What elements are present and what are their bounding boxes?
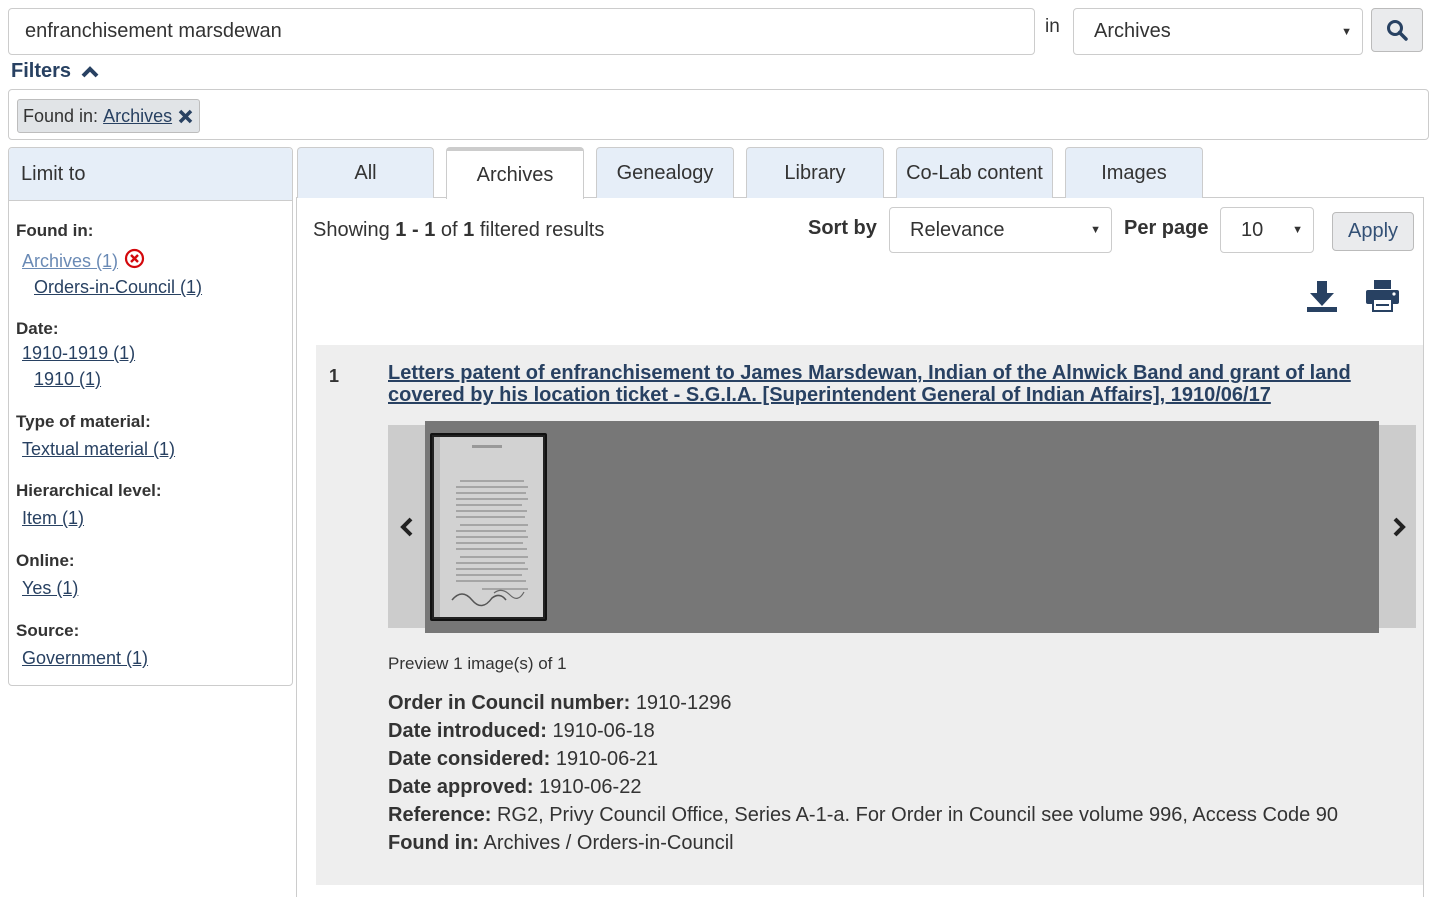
- result-number: 1: [329, 366, 340, 386]
- results-range-end: 1: [424, 219, 436, 241]
- meta-value: RG2, Privy Council Office, Series A-1-a.…: [496, 804, 1339, 826]
- results-count: Showing 1 - 1 of 1 filtered results: [313, 219, 604, 242]
- download-icon[interactable]: [1306, 280, 1338, 312]
- filters-toggle[interactable]: Filters: [11, 60, 99, 83]
- meta-reference: Reference: RG2, Privy Council Office, Se…: [388, 804, 1338, 827]
- facet-link-1910[interactable]: 1910 (1): [34, 369, 101, 390]
- meta-value: 1910-06-22: [539, 776, 642, 798]
- results-suffix: filtered results: [479, 219, 605, 241]
- meta-value: 1910-06-18: [552, 720, 655, 742]
- caret-down-icon: ▼: [1341, 25, 1352, 38]
- print-icon[interactable]: [1365, 279, 1400, 312]
- meta-label: Date approved:: [388, 776, 534, 798]
- results-showing-prefix: Showing: [313, 219, 390, 241]
- carousel-next-icon[interactable]: [1391, 517, 1407, 537]
- carousel-stage: [425, 421, 1379, 633]
- filter-chip: Found in: Archives: [17, 99, 201, 133]
- sort-select-value: Relevance: [910, 218, 1005, 241]
- tab-archives[interactable]: Archives: [446, 147, 584, 199]
- per-page-select[interactable]: 10 ▼: [1220, 207, 1314, 253]
- filter-chip-prefix: Found in:: [23, 105, 99, 126]
- apply-button[interactable]: Apply: [1332, 212, 1414, 251]
- results-range-start: 1: [395, 219, 407, 241]
- tab-all[interactable]: All: [297, 147, 434, 198]
- scope-select-value: Archives: [1094, 20, 1171, 42]
- in-label: in: [1045, 16, 1060, 37]
- sort-by-label: Sort by: [808, 217, 877, 239]
- meta-date-considered: Date considered: 1910-06-21: [388, 748, 658, 771]
- sidebar-title: Limit to: [9, 148, 292, 201]
- facet-title-hierarchical-level: Hierarchical level:: [16, 481, 162, 500]
- facet-link-yes[interactable]: Yes (1): [22, 578, 78, 599]
- meta-date-introduced: Date introduced: 1910-06-18: [388, 720, 655, 743]
- tab-library[interactable]: Library: [746, 147, 884, 198]
- meta-date-approved: Date approved: 1910-06-22: [388, 776, 641, 799]
- meta-value: Archives / Orders-in-Council: [483, 832, 734, 854]
- active-filters-box: Found in: Archives: [8, 89, 1429, 140]
- caret-down-icon: ▼: [1292, 224, 1303, 236]
- facet-title-found-in: Found in:: [16, 221, 94, 240]
- tab-genealogy[interactable]: Genealogy: [596, 147, 734, 198]
- meta-label: Reference:: [388, 804, 492, 826]
- result-title-link[interactable]: Letters patent of enfranchisement to Jam…: [388, 362, 1388, 406]
- remove-filter-icon[interactable]: [178, 109, 193, 124]
- remove-facet-icon[interactable]: [124, 248, 145, 269]
- filters-toggle-label: Filters: [11, 60, 72, 82]
- facet-link-orders-in-council[interactable]: Orders-in-Council (1): [34, 277, 202, 298]
- per-page-label: Per page: [1124, 217, 1209, 239]
- preview-caption: Preview 1 image(s) of 1: [388, 654, 567, 673]
- search-icon: [1387, 20, 1408, 41]
- scope-select[interactable]: Archives ▼: [1073, 8, 1363, 55]
- meta-label: Order in Council number:: [388, 692, 631, 714]
- facet-link-1910-1919[interactable]: 1910-1919 (1): [22, 343, 135, 364]
- meta-label: Date considered:: [388, 748, 551, 770]
- meta-value: 1910-1296: [635, 692, 732, 714]
- facet-title-online: Online:: [16, 551, 75, 570]
- facet-title-type-of-material: Type of material:: [16, 412, 151, 431]
- tab-co-lab-content[interactable]: Co-Lab content: [896, 147, 1053, 198]
- chevron-up-icon: [81, 65, 99, 77]
- search-button[interactable]: [1371, 8, 1423, 52]
- meta-label: Date introduced:: [388, 720, 547, 742]
- facet-link-textual-material[interactable]: Textual material (1): [22, 439, 175, 460]
- meta-order-in-council-number: Order in Council number: 1910-1296: [388, 692, 731, 715]
- facet-link-government[interactable]: Government (1): [22, 648, 148, 669]
- facet-title-source: Source:: [16, 621, 80, 640]
- sort-select[interactable]: Relevance ▼: [889, 207, 1112, 253]
- results-total: 1: [463, 219, 475, 241]
- meta-found-in: Found in: Archives / Orders-in-Council: [388, 832, 734, 855]
- tab-images[interactable]: Images: [1065, 147, 1203, 198]
- carousel-prev-icon[interactable]: [399, 517, 415, 537]
- meta-value: 1910-06-21: [555, 748, 659, 770]
- results-range-sep: -: [411, 219, 419, 241]
- search-input[interactable]: [8, 8, 1035, 55]
- document-thumbnail[interactable]: [430, 433, 547, 621]
- document-page-image: [434, 437, 543, 617]
- facet-link-archives[interactable]: Archives (1): [22, 251, 118, 272]
- filter-chip-value[interactable]: Archives: [103, 106, 172, 127]
- facet-link-item[interactable]: Item (1): [22, 508, 84, 529]
- facet-title-date: Date:: [16, 319, 59, 338]
- meta-label: Found in:: [388, 832, 480, 854]
- per-page-select-value: 10: [1241, 218, 1264, 241]
- results-of-word: of: [440, 219, 458, 241]
- caret-down-icon: ▼: [1090, 224, 1101, 236]
